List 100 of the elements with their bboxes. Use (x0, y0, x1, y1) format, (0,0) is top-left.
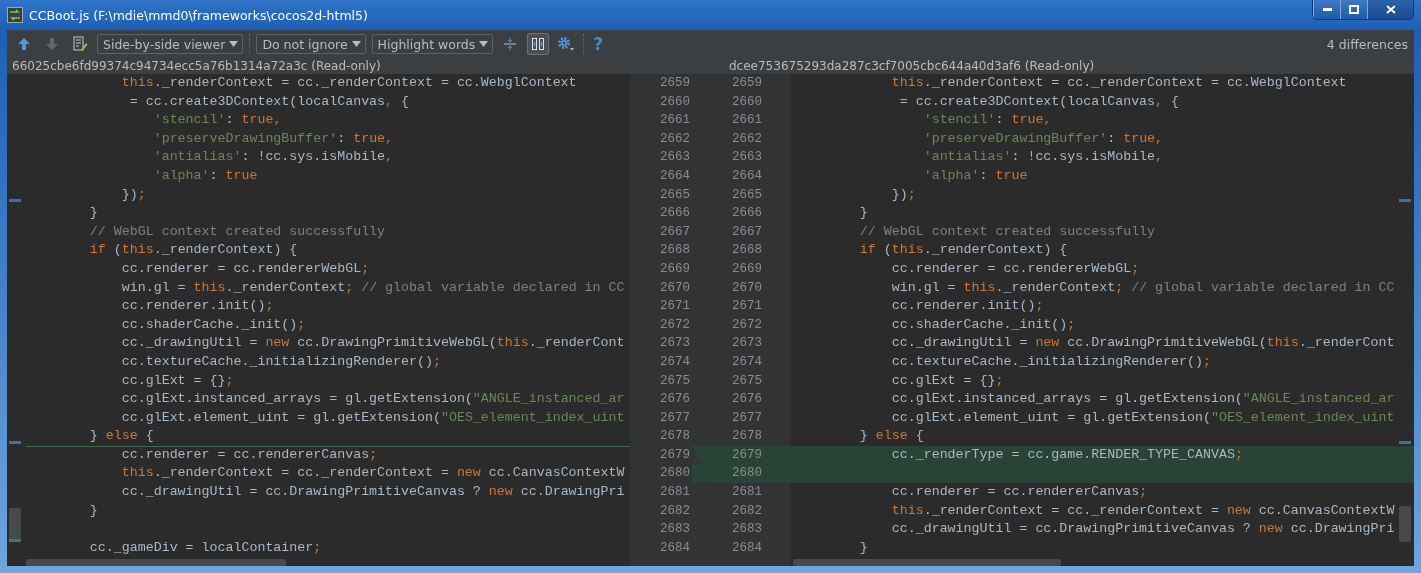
dropdown[interactable]: Highlight words (371, 34, 494, 54)
maximize-icon (1349, 5, 1359, 14)
code-line: } (858, 539, 868, 555)
right-file-title: dcee753675293da287c3cf7005cbc644a40d3af6 (Read-only) (729, 59, 1096, 73)
line-number: 2681 (732, 484, 762, 502)
line-number: 2682 (660, 502, 690, 520)
change-marker (1399, 441, 1411, 444)
code-line: cc._renderType = cc.game.RENDER_TYPE_CANVAS; (890, 446, 1243, 462)
line-number: 2671 (732, 298, 762, 316)
code-line: this._renderContext = cc._renderContext = cc.WebglContext (890, 75, 1347, 90)
code-line: win.gl = this._renderContext; // global variable declared in CC (890, 279, 1395, 295)
line-number: 2680 (732, 465, 762, 483)
code-line: cc.shaderCache._init(); (890, 316, 1076, 332)
line-number: 2666 (732, 205, 762, 223)
code-line: } (88, 205, 98, 221)
line-number: 2681 (660, 484, 690, 502)
line-number: 2661 (732, 112, 762, 130)
line-number: 2680 (660, 465, 690, 483)
line-number: 2677 (660, 409, 690, 427)
code-line: cc.glExt.instanced_arrays = gl.getExtension("ANGLE_instanced_ar (890, 391, 1395, 407)
line-number: 2661 (660, 112, 690, 130)
line-number: 2663 (660, 149, 690, 167)
code-line: this._renderContext = cc._renderContext = cc.WebglContext (120, 75, 577, 90)
code-line: cc.glExt.instanced_arrays = gl.getExtension("ANGLE_instanced_ar (120, 391, 625, 407)
change-marker (9, 441, 21, 444)
help-button[interactable]: ? (590, 34, 607, 54)
code-line: cc.renderer.init(); (120, 298, 274, 314)
collapse-icon (503, 37, 518, 51)
change-marker (9, 199, 21, 202)
code-line: cc.textureCache._initializingRenderer(); (890, 353, 1211, 369)
caret-icon (229, 41, 239, 47)
code-line: cc._gameDiv = localContainer; (88, 539, 322, 555)
line-number: 2670 (660, 279, 690, 297)
line-number: 2682 (732, 502, 762, 520)
line-number: 2665 (732, 186, 762, 204)
arrow-down-icon (45, 37, 59, 51)
code-line: cc.renderer = cc.rendererCanvas; (890, 484, 1148, 500)
line-number: 2672 (660, 316, 690, 334)
line-number: 2664 (732, 167, 762, 185)
settings-icon (557, 36, 576, 52)
code-line: if (this._renderContext) { (88, 242, 298, 258)
line-number: 2675 (732, 372, 762, 390)
code-line: // WebGL context created successfully (858, 223, 1156, 239)
code-line: cc.glExt.element_uint = gl.getExtension("OES_element_index_uint (890, 409, 1395, 425)
code-line: } else { (858, 428, 924, 444)
caret-icon (351, 41, 361, 47)
scrollbar[interactable] (1399, 506, 1411, 542)
dropdown[interactable]: Do not ignore (256, 34, 366, 54)
columns-icon (531, 37, 546, 51)
code-line: cc.glExt.element_uint = gl.getExtension("OES_element_index_uint (120, 409, 625, 425)
line-number: 2669 (660, 260, 690, 278)
line-number: 2659 (732, 75, 762, 92)
line-number: 2670 (732, 279, 762, 297)
edit-icon (72, 36, 88, 52)
line-number: 2676 (732, 391, 762, 409)
code-line: } (88, 502, 98, 518)
line-number: 2671 (660, 298, 690, 316)
code-line: } (858, 205, 868, 221)
code-line: cc.textureCache._initializingRenderer(); (120, 353, 441, 369)
scrollbar[interactable] (26, 559, 286, 566)
close-button[interactable] (1367, 0, 1413, 19)
line-number: 2660 (732, 93, 762, 111)
arrow-up-icon (17, 37, 31, 51)
line-number: 2683 (732, 521, 762, 539)
difference-count: 4 differences (1326, 36, 1408, 52)
code-line: cc.renderer.init(); (890, 298, 1044, 314)
code-line: 'stencil': true, (922, 112, 1052, 128)
code-line: = cc.create3DContext(localCanvas, { (898, 93, 1180, 109)
dropdown[interactable]: Side-by-side viewer (97, 34, 244, 54)
code-line: 'preserveDrawingBuffer': true, (152, 130, 394, 146)
window-title: CCBoot.js (F:\mdie\mmd0\frameworks\cocos2d-html5) (29, 7, 368, 23)
minimize-button[interactable] (1313, 0, 1340, 19)
code-line: 'stencil': true, (152, 112, 282, 128)
code-line: 'alpha': true (152, 167, 258, 183)
line-number: 2668 (660, 242, 690, 260)
line-number: 2669 (732, 260, 762, 278)
code-line: 'alpha': true (922, 167, 1028, 183)
maximize-button[interactable] (1340, 0, 1367, 19)
code-line: cc.renderer = cc.rendererCanvas; (120, 446, 378, 462)
code-line: cc._drawingUtil = new cc.DrawingPrimitiveWebGL(this._renderCont (120, 335, 625, 351)
line-number: 2675 (660, 372, 690, 390)
line-number: 2663 (732, 149, 762, 167)
line-number: 2664 (660, 167, 690, 185)
close-icon (1385, 5, 1396, 14)
code-line: cc.glExt = {}; (120, 372, 234, 388)
code-line: = cc.create3DContext(localCanvas, { (128, 93, 410, 109)
left-file-title: 66025cbe6fd99374c94734ecc5a76b1314a72a3c (Read-only) (11, 59, 382, 73)
line-number: 2659 (660, 75, 690, 92)
sync-scroll-toggle[interactable] (527, 33, 550, 55)
scrollbar[interactable] (793, 559, 1061, 566)
code-line: }); (890, 186, 916, 202)
minimize-icon (1322, 8, 1332, 11)
line-number: 2679 (732, 446, 762, 464)
line-number: 2668 (732, 242, 762, 260)
change-marker (1399, 199, 1411, 202)
line-number: 2662 (660, 130, 690, 148)
code-line: 'preserveDrawingBuffer': true, (922, 130, 1164, 146)
code-line: cc._drawingUtil = cc.DrawingPrimitiveCanvas ? new cc.DrawingPri (120, 484, 625, 500)
scrollbar[interactable] (9, 508, 21, 542)
line-number: 2667 (732, 223, 762, 241)
